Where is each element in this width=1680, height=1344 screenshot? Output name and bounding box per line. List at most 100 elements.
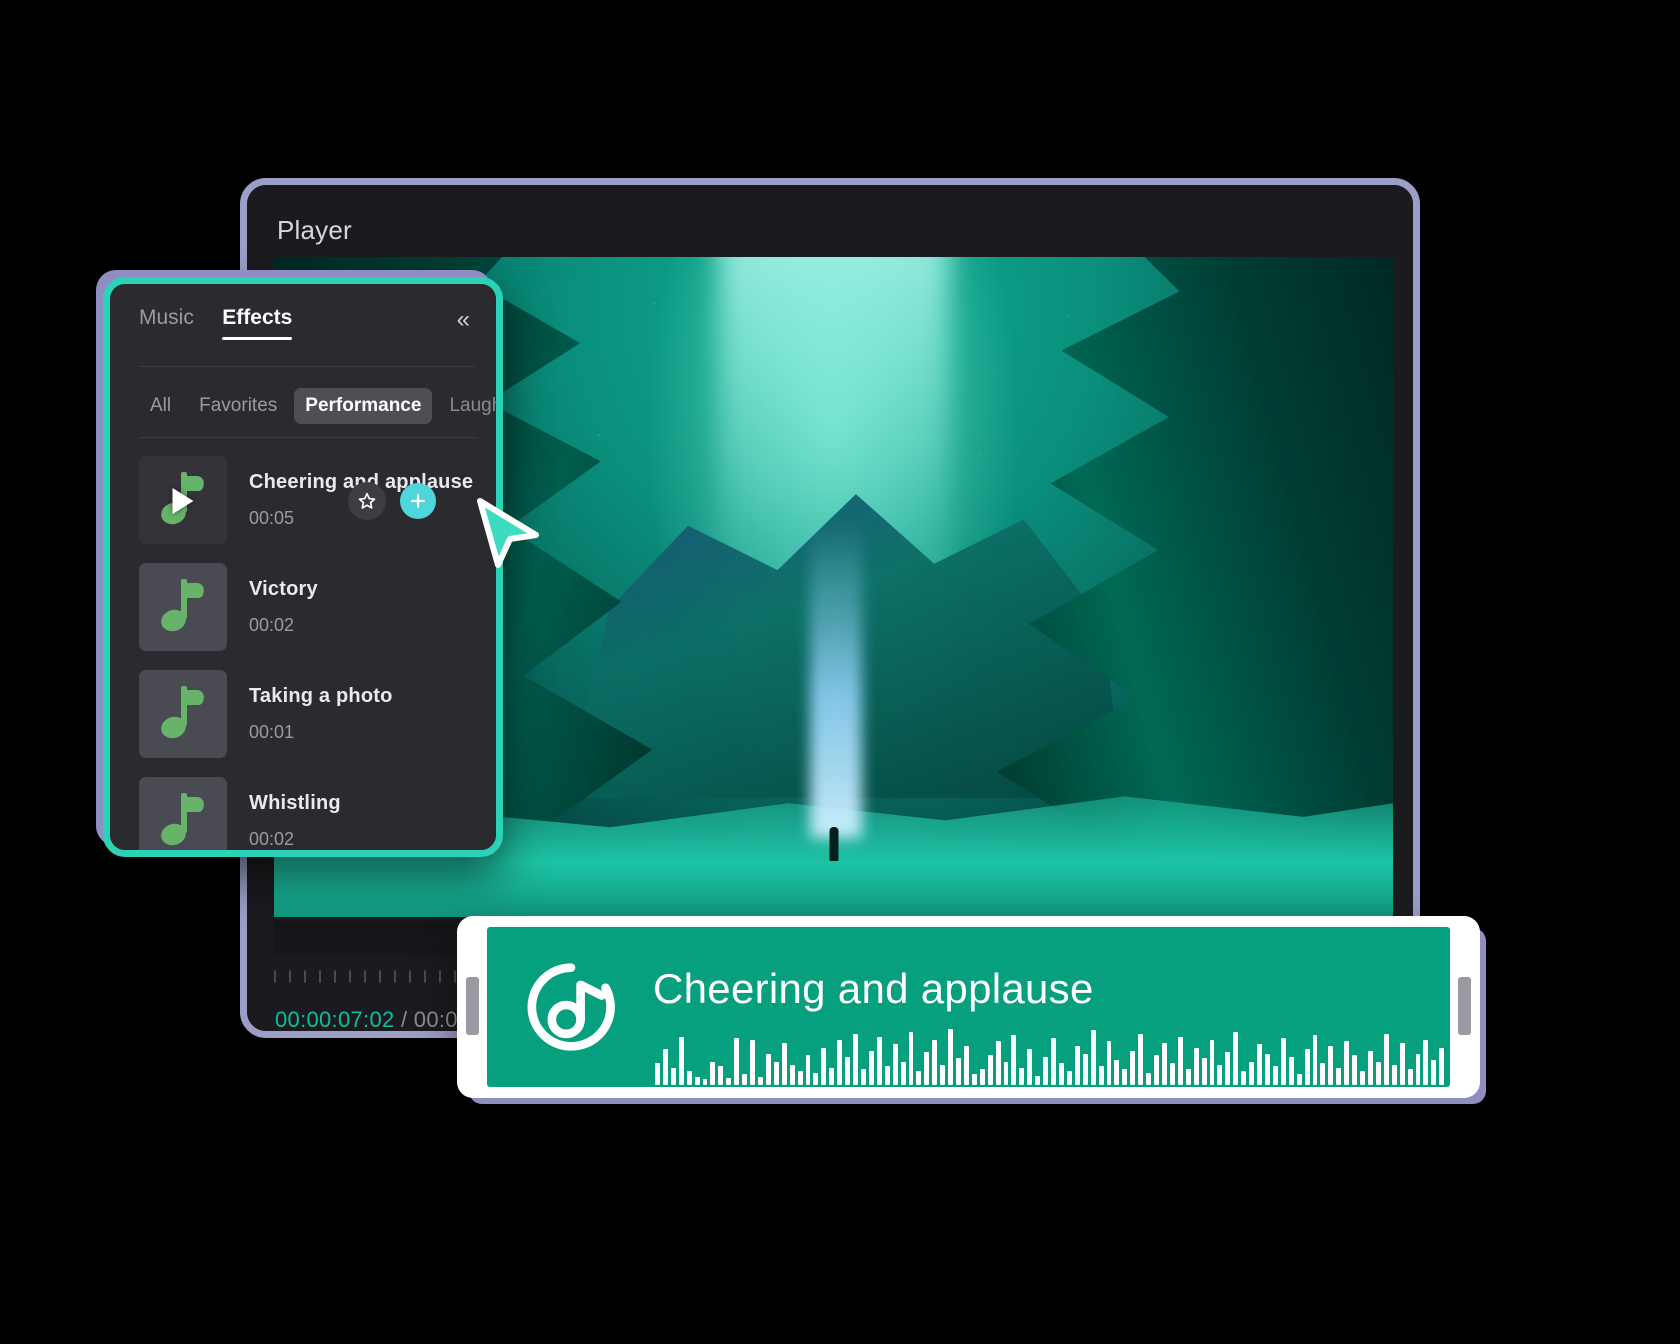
ruler-tick <box>409 969 411 983</box>
waveform-bar <box>1423 1039 1429 1085</box>
waveform-bar <box>1003 1061 1009 1085</box>
effects-panel: Music Effects « All Favorites Performanc… <box>103 277 503 857</box>
waveform-bar <box>1185 1069 1191 1085</box>
waveform-bar <box>765 1053 771 1085</box>
filter-chip-laugh[interactable]: Laugh <box>438 388 496 424</box>
effect-title: Taking a photo <box>249 684 393 707</box>
audio-clip-body[interactable]: Cheering and applause <box>487 927 1450 1087</box>
waveform-bar <box>694 1077 700 1085</box>
ruler-tick <box>424 969 426 983</box>
waveform-bar <box>1249 1061 1255 1085</box>
waveform-bar <box>1138 1033 1144 1085</box>
waveform-bar <box>916 1070 922 1085</box>
waveform-bar <box>1241 1070 1247 1085</box>
waveform-bar <box>1431 1060 1437 1085</box>
waveform-bar <box>860 1069 866 1085</box>
effect-actions <box>348 482 436 520</box>
ruler-tick <box>319 969 321 983</box>
effect-thumbnail[interactable] <box>139 669 227 758</box>
waveform-bar <box>1296 1074 1302 1085</box>
waveform-bar <box>868 1050 874 1085</box>
star-icon[interactable] <box>348 482 386 520</box>
waveform-bar <box>750 1039 755 1085</box>
waveform-bar <box>1209 1039 1215 1085</box>
waveform-bar <box>1059 1063 1064 1085</box>
filter-chip-favorites[interactable]: Favorites <box>188 388 288 424</box>
waveform-bar <box>995 1041 1001 1085</box>
tab-effects[interactable]: Effects <box>222 306 293 342</box>
waveform-bar <box>829 1067 835 1085</box>
list-item[interactable]: Whistling 00:02 <box>139 767 484 850</box>
waveform-bar <box>1217 1064 1223 1085</box>
waveform-bar <box>1367 1050 1373 1085</box>
waveform-bar <box>726 1077 732 1085</box>
waveform-bar <box>908 1031 914 1085</box>
waveform-bar <box>710 1061 716 1085</box>
ruler-tick <box>274 969 276 983</box>
waveform-bar <box>1415 1053 1421 1085</box>
trim-handle-right[interactable] <box>1458 977 1471 1035</box>
waveform-bar <box>1328 1046 1334 1085</box>
waveform-bar <box>987 1055 993 1085</box>
waveform-bar <box>821 1047 827 1085</box>
play-icon[interactable] <box>172 488 194 515</box>
list-item[interactable]: Taking a photo 00:01 <box>139 660 484 767</box>
effect-thumbnail[interactable] <box>139 455 227 544</box>
flashlight-beam <box>809 521 862 838</box>
waveform-bar <box>1439 1047 1445 1085</box>
plus-icon[interactable] <box>400 483 436 519</box>
waveform-bar <box>686 1070 692 1085</box>
waveform-bar <box>1035 1075 1041 1085</box>
waveform-bar <box>797 1070 803 1085</box>
audio-waveform <box>655 1007 1445 1085</box>
collapse-panel-icon[interactable]: « <box>457 308 470 332</box>
ruler-tick <box>304 969 306 983</box>
waveform-bar <box>678 1036 684 1085</box>
list-item[interactable]: Cheering and applause 00:05 <box>139 446 484 553</box>
waveform-bar <box>813 1072 819 1085</box>
waveform-bar <box>853 1033 858 1085</box>
page-title: Player <box>277 215 352 245</box>
ruler-tick <box>379 969 381 983</box>
waveform-bar <box>837 1039 843 1085</box>
tab-music[interactable]: Music <box>139 306 194 342</box>
waveform-bar <box>757 1077 763 1085</box>
waveform-bar <box>1336 1067 1342 1085</box>
ruler-tick <box>439 969 441 983</box>
waveform-bar <box>1399 1042 1405 1085</box>
audio-clip-card[interactable]: Cheering and applause <box>457 916 1480 1098</box>
music-note-icon <box>158 685 206 741</box>
music-note-icon <box>158 792 206 848</box>
waveform-bar <box>884 1066 890 1085</box>
waveform-bar <box>670 1067 676 1085</box>
waveform-bar <box>1130 1050 1136 1085</box>
filter-chip-all[interactable]: All <box>139 388 182 424</box>
waveform-bar <box>892 1044 898 1085</box>
list-item[interactable]: Victory 00:02 <box>139 553 484 660</box>
ruler-tick <box>349 969 351 983</box>
waveform-bar <box>1154 1055 1159 1085</box>
waveform-bar <box>1146 1072 1152 1085</box>
waveform-bar <box>845 1056 851 1085</box>
waveform-bar <box>1407 1069 1413 1085</box>
audio-clip-title: Cheering and applause <box>653 965 1094 1012</box>
effect-thumbnail[interactable] <box>139 562 227 651</box>
waveform-bar <box>742 1074 748 1085</box>
waveform-bar <box>1114 1060 1120 1085</box>
filter-chip-performance[interactable]: Performance <box>294 388 433 424</box>
trim-handle-left[interactable] <box>466 977 479 1035</box>
waveform-bar <box>1383 1033 1389 1085</box>
waveform-bar <box>876 1036 882 1085</box>
waveform-bar <box>734 1038 740 1085</box>
effect-thumbnail[interactable] <box>139 776 227 850</box>
waveform-bar <box>1272 1066 1278 1085</box>
waveform-bar <box>1280 1038 1286 1085</box>
waveform-bar <box>1391 1064 1397 1085</box>
waveform-bar <box>1201 1058 1207 1085</box>
effect-duration: 00:02 <box>249 614 295 635</box>
waveform-bar <box>1106 1041 1112 1085</box>
waveform-bar <box>1352 1055 1358 1085</box>
waveform-bar <box>1066 1070 1072 1085</box>
effect-title: Whistling <box>249 791 341 814</box>
ruler-tick <box>289 969 291 983</box>
